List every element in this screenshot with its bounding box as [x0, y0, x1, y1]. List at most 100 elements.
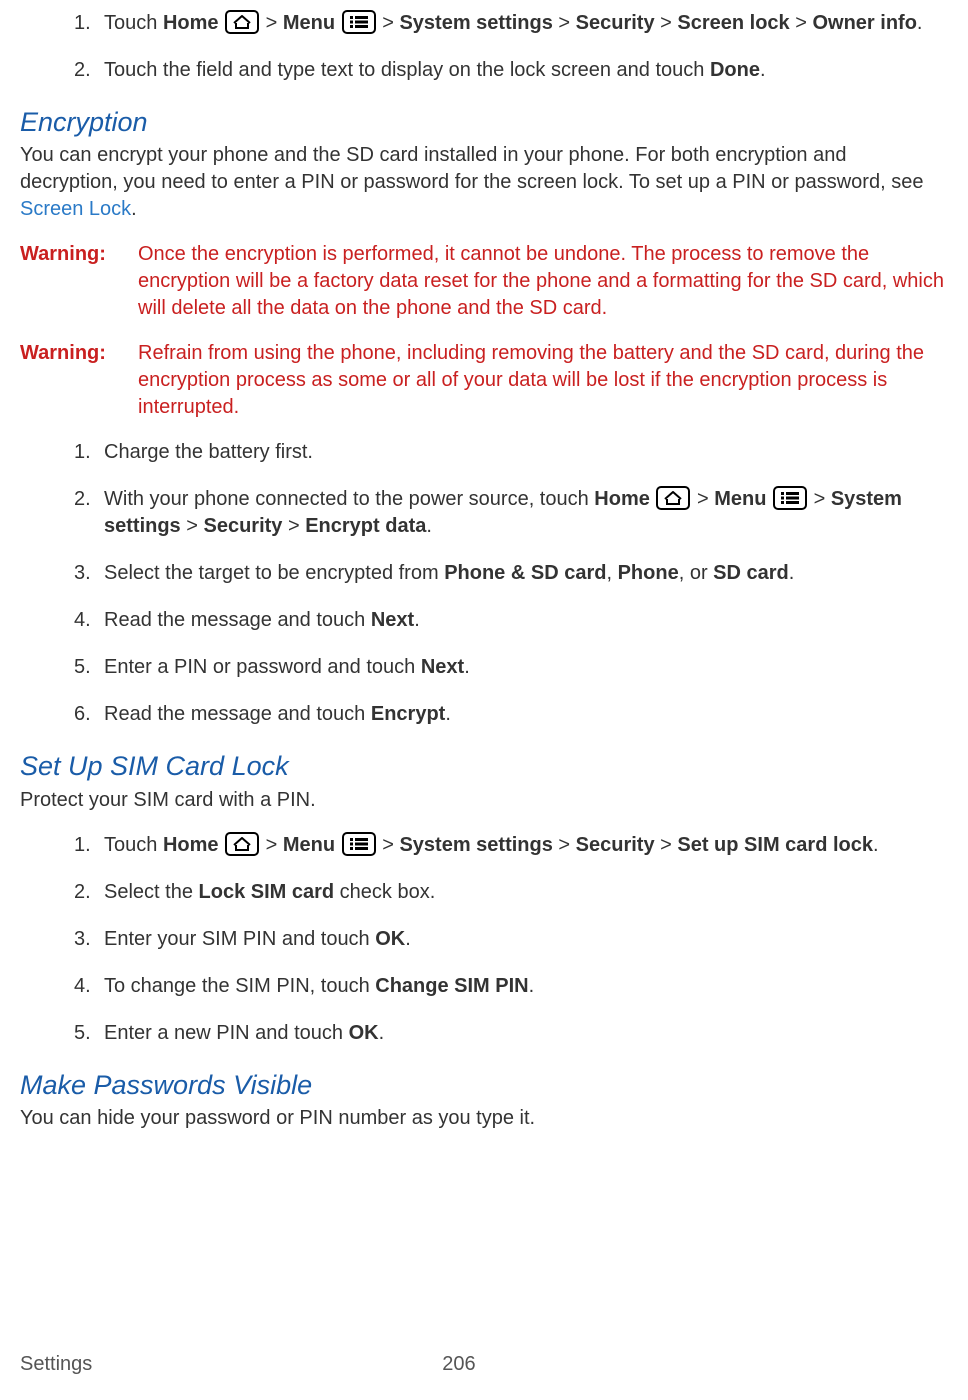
- list-number: 2.: [74, 879, 104, 906]
- footer-page: 206: [442, 1351, 475, 1378]
- bold-text: Menu: [283, 12, 335, 34]
- bold-text: Done: [710, 59, 760, 81]
- link-screen-lock[interactable]: Screen Lock: [20, 198, 131, 220]
- text: .: [379, 1022, 385, 1044]
- list-body: To change the SIM PIN, touch Change SIM …: [104, 973, 948, 1000]
- warnings: Warning:Once the encryption is performed…: [20, 241, 948, 421]
- text: >: [377, 12, 400, 34]
- footer: Settings 206: [20, 1351, 948, 1378]
- menu-icon: [342, 10, 376, 34]
- text: Select the: [104, 881, 199, 903]
- bold-text: Change SIM PIN: [375, 975, 528, 997]
- bold-text: Screen lock: [677, 12, 789, 34]
- list-number: 4.: [74, 973, 104, 1000]
- bold-text: Next: [371, 609, 414, 631]
- encryption-intro: You can encrypt your phone and the SD ca…: [20, 142, 948, 223]
- text: Charge the battery first.: [104, 441, 313, 463]
- text: Enter a new PIN and touch: [104, 1022, 349, 1044]
- list-item: 4.Read the message and touch Next.: [74, 607, 948, 634]
- list-item: 1.Touch Home > Menu > System settings > …: [74, 10, 948, 37]
- warning-label: Warning:: [20, 340, 138, 421]
- bold-text: Encrypt data: [305, 515, 426, 537]
- text: .: [529, 975, 535, 997]
- bold-text: Security: [576, 834, 655, 856]
- list-body: Enter a new PIN and touch OK.: [104, 1020, 948, 1047]
- bold-text: Set up SIM card lock: [677, 834, 873, 856]
- warning-body: Refrain from using the phone, including …: [138, 340, 948, 421]
- bold-text: System settings: [399, 834, 552, 856]
- text: ,: [606, 562, 617, 584]
- list-item: 2.With your phone connected to the power…: [74, 486, 948, 540]
- footer-section: Settings: [20, 1351, 92, 1378]
- list-number: 2.: [74, 57, 104, 84]
- text: [335, 12, 341, 34]
- home-icon: [225, 832, 259, 856]
- heading-passwords: Make Passwords Visible: [20, 1067, 948, 1103]
- list-body: With your phone connected to the power s…: [104, 486, 948, 540]
- text: >: [181, 515, 204, 537]
- list-number: 4.: [74, 607, 104, 634]
- text: .: [464, 656, 470, 678]
- text: Touch: [104, 834, 163, 856]
- heading-sim: Set Up SIM Card Lock: [20, 748, 948, 784]
- list-body: Select the Lock SIM card check box.: [104, 879, 948, 906]
- bold-text: Owner info: [812, 12, 916, 34]
- text: Touch: [104, 12, 163, 34]
- list-item: 3.Select the target to be encrypted from…: [74, 560, 948, 587]
- text: .: [405, 928, 411, 950]
- text: .: [426, 515, 432, 537]
- text: , or: [679, 562, 713, 584]
- text: [766, 488, 772, 510]
- text: .: [445, 703, 451, 725]
- list-body: Charge the battery first.: [104, 439, 948, 466]
- text: .: [917, 12, 923, 34]
- text: To change the SIM PIN, touch: [104, 975, 375, 997]
- bold-text: Security: [203, 515, 282, 537]
- list-item: 2.Touch the field and type text to displ…: [74, 57, 948, 84]
- text: With your phone connected to the power s…: [104, 488, 594, 510]
- text: >: [691, 488, 714, 510]
- warning: Warning:Once the encryption is performed…: [20, 241, 948, 322]
- sim-steps: 1.Touch Home > Menu > System settings > …: [20, 832, 948, 1047]
- bold-text: System settings: [399, 12, 552, 34]
- bold-text: Home: [163, 834, 219, 856]
- list-number: 3.: [74, 560, 104, 587]
- bold-text: OK: [349, 1022, 379, 1044]
- list-number: 1.: [74, 832, 104, 859]
- text: >: [655, 12, 678, 34]
- text: >: [553, 12, 576, 34]
- text: Read the message and touch: [104, 703, 371, 725]
- text: >: [553, 834, 576, 856]
- bold-text: Home: [163, 12, 219, 34]
- list-item: 5.Enter a new PIN and touch OK.: [74, 1020, 948, 1047]
- bold-text: Phone & SD card: [444, 562, 606, 584]
- list-body: Enter your SIM PIN and touch OK.: [104, 926, 948, 953]
- text: .: [760, 59, 766, 81]
- text: >: [260, 12, 283, 34]
- text: .: [873, 834, 879, 856]
- list-item: 2.Select the Lock SIM card check box.: [74, 879, 948, 906]
- list-number: 1.: [74, 10, 104, 37]
- warning-label: Warning:: [20, 241, 138, 322]
- text: Enter your SIM PIN and touch: [104, 928, 375, 950]
- bold-text: Menu: [283, 834, 335, 856]
- text: >: [790, 12, 813, 34]
- encryption-steps: 1.Charge the battery first.2.With your p…: [20, 439, 948, 728]
- sim-intro: Protect your SIM card with a PIN.: [20, 787, 948, 814]
- text: Read the message and touch: [104, 609, 371, 631]
- text: >: [655, 834, 678, 856]
- bold-text: OK: [375, 928, 405, 950]
- bold-text: Next: [421, 656, 464, 678]
- warning-body: Once the encryption is performed, it can…: [138, 241, 948, 322]
- text: >: [808, 488, 831, 510]
- bold-text: Encrypt: [371, 703, 445, 725]
- text: [219, 834, 225, 856]
- list-body: Touch the field and type text to display…: [104, 57, 948, 84]
- text: .: [414, 609, 420, 631]
- list-item: 6.Read the message and touch Encrypt.: [74, 701, 948, 728]
- list-number: 5.: [74, 654, 104, 681]
- list-body: Touch Home > Menu > System settings > Se…: [104, 10, 948, 37]
- list-body: Touch Home > Menu > System settings > Se…: [104, 832, 948, 859]
- list-number: 2.: [74, 486, 104, 540]
- text: >: [282, 515, 305, 537]
